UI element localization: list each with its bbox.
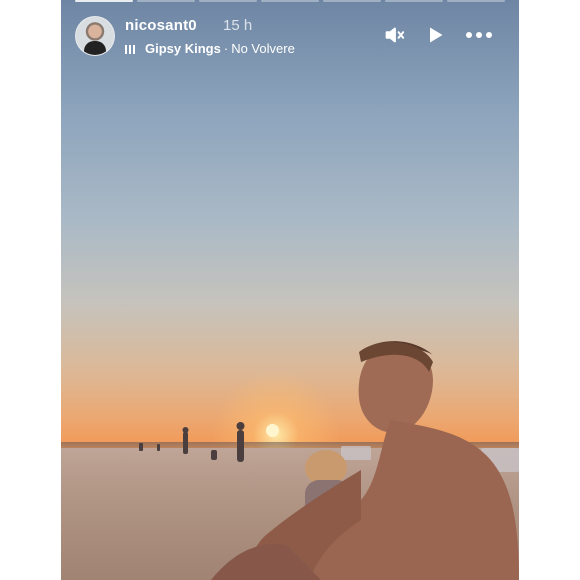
username[interactable]: nicosant0	[125, 17, 197, 34]
avatar-shirt	[84, 41, 106, 55]
story-viewer[interactable]: nicosant0 15 h Gipsy Kings · No Volvere	[61, 0, 519, 580]
progress-segment	[447, 0, 505, 2]
time-ago: 15 h	[223, 17, 253, 34]
man-silhouette	[211, 341, 519, 580]
music-separator: ·	[223, 41, 229, 56]
story-progress	[75, 0, 505, 2]
progress-segment	[261, 0, 319, 2]
story-header: nicosant0 15 h Gipsy Kings · No Volvere	[75, 14, 505, 58]
progress-segment	[75, 0, 133, 2]
music-song: No Volvere	[231, 41, 295, 56]
music-bars-icon	[125, 42, 137, 54]
music-attribution[interactable]: Gipsy Kings · No Volvere	[125, 41, 295, 56]
speaker-muted-icon[interactable]	[381, 22, 407, 48]
beach-scene	[139, 341, 519, 580]
music-artist: Gipsy Kings	[145, 41, 221, 56]
progress-segment	[323, 0, 381, 2]
progress-segment	[385, 0, 443, 2]
distant-people	[139, 422, 245, 462]
more-horizontal-icon[interactable]	[463, 22, 495, 48]
progress-segment	[199, 0, 257, 2]
progress-segment	[137, 0, 195, 2]
avatar[interactable]	[75, 16, 115, 56]
play-icon[interactable]	[422, 22, 448, 48]
